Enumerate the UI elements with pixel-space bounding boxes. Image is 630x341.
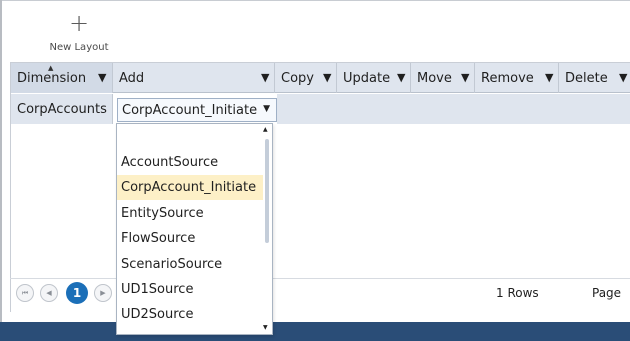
dropdown-option-scenariosource[interactable]: ScenarioSource [117,252,263,277]
column-header-remove[interactable]: Remove ▼ [475,63,559,93]
column-header-label: Copy [281,70,314,86]
column-header-update[interactable]: Update ▼ [337,63,411,93]
column-header-label: Delete [565,70,608,86]
column-header-delete[interactable]: Delete ▼ [559,63,630,93]
filter-icon[interactable]: ▼ [461,71,469,84]
dropdown-option-accountsource[interactable]: AccountSource [117,150,263,175]
new-layout-label: New Layout [49,42,109,53]
window-top-border [0,0,630,1]
dropdown-scrollbar[interactable]: ▲ ▼ [262,125,271,333]
sort-ascending-icon[interactable]: ▲ [48,64,53,72]
column-header-dimension[interactable]: ▲ Dimension ▼ [11,63,113,93]
scroll-up-icon[interactable]: ▲ [263,126,268,133]
dimension-cell[interactable]: CorpAccounts [11,94,113,124]
scrollbar-thumb[interactable] [265,139,269,243]
rows-count: 1 Rows [496,286,539,300]
column-header-label: Add [119,70,145,86]
next-page-icon: ▶ [100,289,106,297]
add-source-dropdown[interactable]: CorpAccount_Initiate ▼ [117,98,277,122]
row-empty-cells [277,94,630,124]
dropdown-selected-value: CorpAccount_Initiate [122,102,258,118]
table-row[interactable]: CorpAccounts CorpAccount_Initiate ▼ [11,94,630,124]
dropdown-option-ud1source[interactable]: UD1Source [117,277,263,302]
dropdown-list[interactable]: AccountSource CorpAccount_Initiate Entit… [116,123,273,335]
column-header-copy[interactable]: Copy ▼ [275,63,337,93]
column-header-label: Remove [481,70,534,86]
scroll-down-icon[interactable]: ▼ [263,324,268,331]
filter-icon[interactable]: ▼ [397,71,405,84]
pager-bar: ⏮ ◀ 1 ▶ 1 Rows Page [10,278,630,308]
window-left-border [0,0,2,341]
previous-page-button[interactable]: ◀ [40,284,58,302]
filter-icon[interactable]: ▼ [545,71,553,84]
filter-icon[interactable]: ▼ [619,71,627,84]
dropdown-option-corpaccount-initiate[interactable]: CorpAccount_Initiate [117,175,263,200]
plus-icon: + [68,9,90,37]
first-page-icon: ⏮ [21,288,29,297]
filter-icon[interactable]: ▼ [261,71,269,84]
layout-grid: ▲ Dimension ▼ Add ▼ Copy ▼ Update ▼ Move… [10,62,630,312]
grid-header-row: ▲ Dimension ▼ Add ▼ Copy ▼ Update ▼ Move… [11,63,630,93]
dropdown-option-flowsource[interactable]: FlowSource [117,226,263,251]
footer-bar [0,322,630,341]
new-layout-button[interactable]: + New Layout [38,10,120,58]
column-header-add[interactable]: Add ▼ [113,63,275,93]
first-page-button[interactable]: ⏮ [16,284,34,302]
current-page-button[interactable]: 1 [66,282,88,304]
previous-page-icon: ◀ [46,289,52,297]
chevron-down-icon[interactable]: ▼ [263,104,270,114]
filter-icon[interactable]: ▼ [98,71,106,84]
dropdown-option-entitysource[interactable]: EntitySource [117,201,263,226]
column-header-move[interactable]: Move ▼ [411,63,475,93]
dropdown-option-ud2source[interactable]: UD2Source [117,302,263,327]
filter-icon[interactable]: ▼ [323,71,331,84]
column-header-label: Move [417,70,452,86]
column-header-label: Dimension [17,70,87,86]
column-header-label: Update [343,70,391,86]
page-label: Page [592,286,622,300]
next-page-button[interactable]: ▶ [94,284,112,302]
